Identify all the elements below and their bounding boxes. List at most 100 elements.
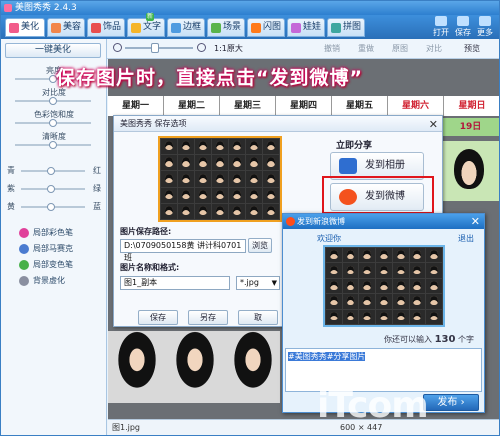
arrow-right-icon: › xyxy=(460,397,465,408)
tab-doll[interactable]: 娃娃 xyxy=(287,18,325,37)
zoom-actual-size[interactable]: 1:1原大 xyxy=(214,43,243,54)
tab-cosmetic[interactable]: 美容 xyxy=(47,18,85,37)
saturation-slider[interactable]: 色彩饱和度 xyxy=(5,109,103,129)
save-path-field[interactable]: D:\0709050158黄 讲计科0701班 xyxy=(120,239,246,262)
thumb-cell xyxy=(376,294,392,309)
close-icon[interactable]: ✕ xyxy=(471,214,480,229)
thumb-cell xyxy=(359,278,376,294)
tab-label: 拼图 xyxy=(343,22,362,32)
more-icon xyxy=(479,16,491,26)
tab-scene[interactable]: 场景 xyxy=(207,18,245,37)
slider-label: 清晰度 xyxy=(42,132,66,141)
one-click-beautify-button[interactable]: 一键美化 xyxy=(5,43,101,58)
save-as-button[interactable]: 另存 xyxy=(188,310,228,325)
thumb-cell xyxy=(229,171,245,187)
thumb-cell xyxy=(178,203,194,219)
save-confirm-button[interactable]: 保存 xyxy=(138,310,178,325)
compare-button[interactable]: 对比 xyxy=(426,43,442,54)
thumb-cell xyxy=(326,278,342,294)
tab-collage[interactable]: 拼图 xyxy=(327,18,365,37)
thumb-cell xyxy=(342,248,359,263)
save-button[interactable]: 保存 xyxy=(453,15,473,39)
format-select[interactable]: *.jpg ▼ xyxy=(236,276,280,290)
brush-label: 局部变色笔 xyxy=(33,260,73,269)
thumb-cell xyxy=(359,294,376,309)
thumb-cell xyxy=(326,309,342,324)
thumb-cell xyxy=(376,248,392,263)
slider-knob[interactable] xyxy=(47,167,55,175)
tab-text[interactable]: 文字 新 xyxy=(127,13,165,37)
partial-mosaic-brush[interactable]: 局部马赛克 xyxy=(19,243,73,255)
original-button[interactable]: 原图 xyxy=(392,43,408,54)
zoom-in-icon[interactable] xyxy=(197,43,206,52)
tab-beautify[interactable]: 美化 xyxy=(5,18,45,37)
save-as-label: 另存 xyxy=(200,313,216,322)
slider-right-label: 绿 xyxy=(93,184,101,193)
thumb-cell xyxy=(161,203,177,219)
tab-frame[interactable]: 边框 xyxy=(167,18,205,37)
cyan-red-slider[interactable]: 青 红 xyxy=(5,165,103,177)
publish-label: 发布 xyxy=(437,397,458,408)
zoom-out-icon[interactable] xyxy=(113,43,122,52)
disk-icon xyxy=(457,16,469,26)
sharpness-slider[interactable]: 清晰度 xyxy=(5,131,103,151)
blur-icon xyxy=(19,276,29,286)
beautify-icon xyxy=(9,23,19,33)
save-label: 保存 xyxy=(455,28,471,37)
more-button[interactable]: 更多 xyxy=(475,15,495,39)
undo-button[interactable]: 撤销 xyxy=(324,43,340,54)
adjust-panel: 一键美化 亮度 对比度 色彩饱和度 清晰度 青 红 紫 绿 黄 蓝 局部彩色笔 … xyxy=(1,39,107,435)
thumb-cell xyxy=(426,309,442,324)
highlight-box xyxy=(322,176,434,214)
format-value: *.jpg xyxy=(240,278,259,287)
thumb-cell xyxy=(326,294,342,309)
app-window: 美图秀秀 2.4.3 美化 美容 饰品 文字 新 边框 场景 闪图 娃娃 拼图 … xyxy=(0,0,500,436)
zoom-knob[interactable] xyxy=(151,43,159,53)
yellow-blue-slider[interactable]: 黄 蓝 xyxy=(5,201,103,213)
scene-icon xyxy=(211,23,221,33)
cancel-button[interactable]: 取 xyxy=(238,310,278,325)
open-button[interactable]: 打开 xyxy=(431,15,451,39)
thumb-cell xyxy=(212,155,228,171)
thumb-cell xyxy=(359,248,376,263)
zoom-slider[interactable] xyxy=(125,47,193,49)
site-watermark: iTcom xyxy=(317,385,429,426)
tab-flash[interactable]: 闪图 xyxy=(247,18,285,37)
slider-knob[interactable] xyxy=(47,185,55,193)
slider-knob[interactable] xyxy=(49,97,57,105)
browse-button[interactable]: 浏览 xyxy=(248,238,272,253)
thumb-cell xyxy=(229,187,245,203)
thumb-cell xyxy=(178,139,194,155)
calendar-header: 星期一 星期二 星期三 星期四 星期五 星期六 星期日 xyxy=(108,96,499,116)
tab-label: 闪图 xyxy=(263,22,282,32)
more-label: 更多 xyxy=(477,28,493,37)
weibo-icon xyxy=(286,217,295,226)
slider-knob[interactable] xyxy=(49,119,57,127)
new-badge: 新 xyxy=(146,13,155,21)
status-bar: 图1.jpg 600 × 447 xyxy=(108,419,499,435)
thumb-cell xyxy=(359,309,376,324)
preview-button[interactable]: 预览 xyxy=(464,43,480,54)
magenta-green-slider[interactable]: 紫 绿 xyxy=(5,183,103,195)
calendar-day: 星期二 xyxy=(164,96,220,116)
redo-button[interactable]: 重做 xyxy=(358,43,374,54)
file-name-field[interactable]: 图1_副本 xyxy=(120,276,230,290)
thumb-cell xyxy=(326,263,342,278)
thumb-cell xyxy=(426,248,442,263)
publish-button[interactable]: 发布 › xyxy=(423,394,479,411)
partial-color-brush[interactable]: 局部彩色笔 xyxy=(19,227,73,239)
open-label: 打开 xyxy=(433,28,449,37)
slider-knob[interactable] xyxy=(49,141,57,149)
close-icon[interactable]: ✕ xyxy=(429,117,438,133)
slider-left-label: 青 xyxy=(7,166,15,175)
message-text: #美图秀秀#分享图片 xyxy=(288,352,366,361)
partial-recolor-brush[interactable]: 局部变色笔 xyxy=(19,259,73,271)
slider-knob[interactable] xyxy=(47,203,55,211)
logout-link[interactable]: 退出 xyxy=(458,233,474,244)
tab-accessories[interactable]: 饰品 xyxy=(87,18,125,37)
preview-thumbnail xyxy=(158,136,282,222)
thumb-cell xyxy=(195,155,211,171)
thumb-cell xyxy=(263,155,279,171)
tab-label: 场景 xyxy=(223,22,242,32)
background-blur-brush[interactable]: 背景虚化 xyxy=(19,275,65,287)
